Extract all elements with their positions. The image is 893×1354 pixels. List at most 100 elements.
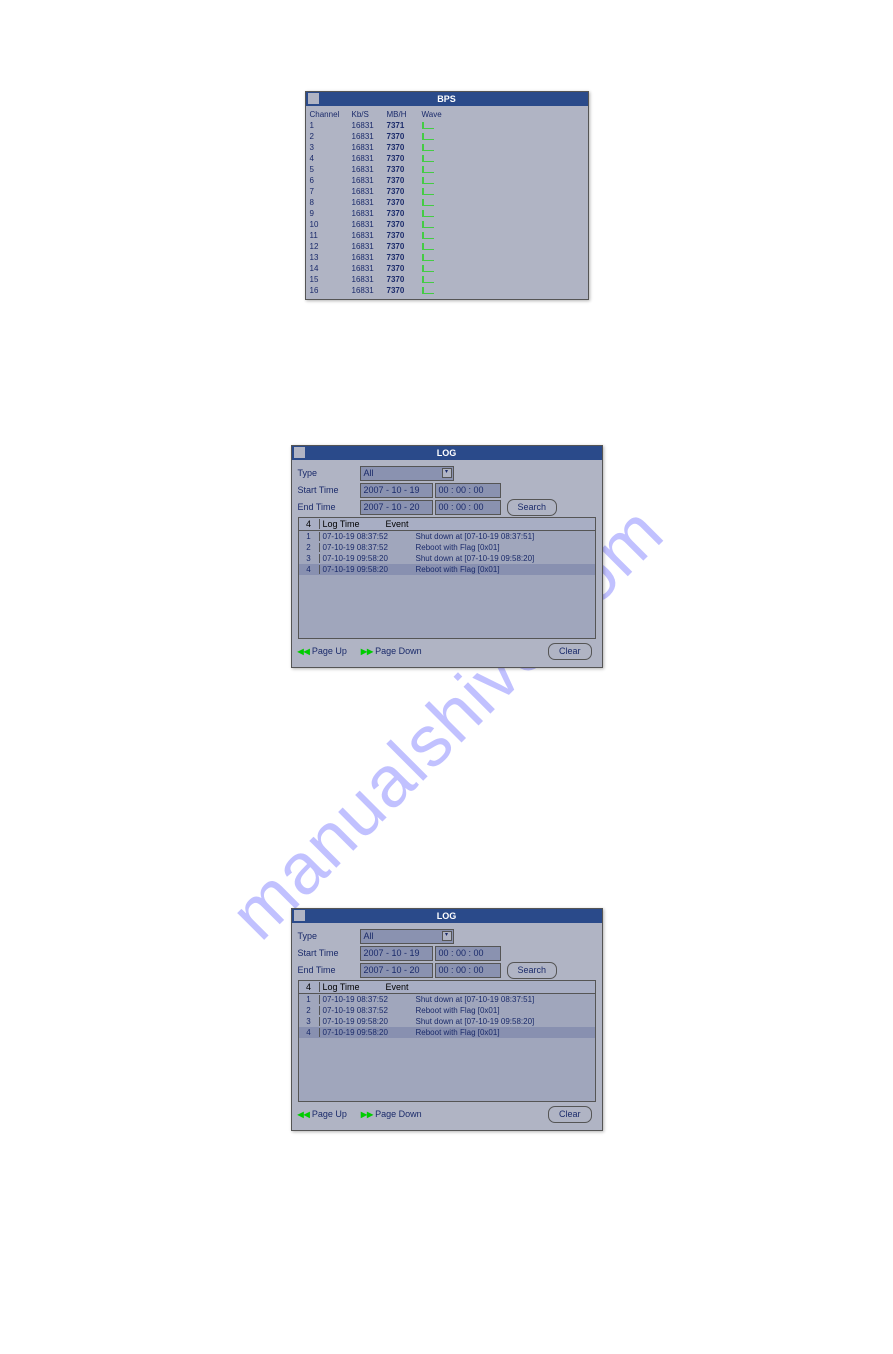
log-body: Type All ▾ Start Time 2007 - 10 - 19 00 … xyxy=(292,460,602,667)
log-cell-time: 07-10-19 08:37:52 xyxy=(320,995,413,1004)
bps-cell-wave xyxy=(422,122,434,129)
start-time-input[interactable]: 00 : 00 : 00 xyxy=(435,946,501,961)
page-up-icon: ◀◀ xyxy=(298,647,310,656)
clear-button[interactable]: Clear xyxy=(548,643,592,660)
bps-cell-channel: 14 xyxy=(310,263,352,274)
bps-cell-channel: 2 xyxy=(310,131,352,142)
end-date-input[interactable]: 2007 - 10 - 20 xyxy=(360,500,433,515)
bps-cell-wave xyxy=(422,276,434,283)
window-icon xyxy=(294,447,305,458)
end-date-input[interactable]: 2007 - 10 - 20 xyxy=(360,963,433,978)
bps-cell-kbs: 16831 xyxy=(352,186,387,197)
log-cell-event: Shut down at [07-10-19 08:37:51] xyxy=(413,995,535,1004)
log-cell-event: Reboot with Flag [0x01] xyxy=(413,1028,500,1037)
log-cell-num: 3 xyxy=(299,1017,320,1026)
bps-cell-channel: 9 xyxy=(310,208,352,219)
bps-cell-kbs: 16831 xyxy=(352,120,387,131)
wave-icon xyxy=(422,188,434,195)
type-label: Type xyxy=(298,468,360,478)
log-cell-time: 07-10-19 08:37:52 xyxy=(320,543,413,552)
page-up-link[interactable]: ◀◀ Page Up xyxy=(298,1109,347,1119)
bps-cell-wave xyxy=(422,254,434,261)
type-dropdown[interactable]: All ▾ xyxy=(360,466,454,481)
log-cell-num: 2 xyxy=(299,543,320,552)
bps-body: Channel Kb/S MB/H Wave 11683173712168317… xyxy=(306,106,588,299)
bps-cell-wave xyxy=(422,144,434,151)
log-row[interactable]: 307-10-19 09:58:20Shut down at [07-10-19… xyxy=(299,1016,595,1027)
log-list: 4 Log Time Event 107-10-19 08:37:52Shut … xyxy=(298,517,596,639)
bps-cell-wave xyxy=(422,210,434,217)
page-down-label: Page Down xyxy=(375,646,422,656)
page-up-label: Page Up xyxy=(312,646,347,656)
bps-cell-mbh: 7370 xyxy=(387,175,422,186)
type-dropdown[interactable]: All ▾ xyxy=(360,929,454,944)
bps-header-row: Channel Kb/S MB/H Wave xyxy=(310,109,584,120)
clear-button[interactable]: Clear xyxy=(548,1106,592,1123)
log-row[interactable]: 407-10-19 09:58:20Reboot with Flag [0x01… xyxy=(299,564,595,575)
log-cell-num: 4 xyxy=(299,565,320,574)
log-cell-event: Shut down at [07-10-19 08:37:51] xyxy=(413,532,535,541)
bps-window: BPS Channel Kb/S MB/H Wave 1168317371216… xyxy=(305,91,589,300)
bps-row: 15168317370 xyxy=(310,274,584,285)
log-titlebar: LOG xyxy=(292,446,602,460)
bps-cell-channel: 1 xyxy=(310,120,352,131)
end-time-label: End Time xyxy=(298,502,360,512)
wave-icon xyxy=(422,177,434,184)
bps-cell-wave xyxy=(422,166,434,173)
bps-cell-channel: 6 xyxy=(310,175,352,186)
page-down-link[interactable]: ▶▶ Page Down xyxy=(361,646,422,656)
log-header-time: Log Time xyxy=(320,519,383,529)
log-header-event: Event xyxy=(383,519,409,529)
bps-row: 11168317370 xyxy=(310,230,584,241)
page-down-link[interactable]: ▶▶ Page Down xyxy=(361,1109,422,1119)
footer-row: ◀◀ Page Up ▶▶ Page Down Clear xyxy=(298,1102,596,1126)
bps-cell-channel: 11 xyxy=(310,230,352,241)
bps-cell-kbs: 16831 xyxy=(352,274,387,285)
log-row[interactable]: 407-10-19 09:58:20Reboot with Flag [0x01… xyxy=(299,1027,595,1038)
log-cell-event: Shut down at [07-10-19 09:58:20] xyxy=(413,1017,535,1026)
bps-header-channel: Channel xyxy=(310,109,352,120)
bps-cell-wave xyxy=(422,232,434,239)
bps-header-mbh: MB/H xyxy=(387,109,422,120)
bps-cell-mbh: 7370 xyxy=(387,186,422,197)
bps-cell-wave xyxy=(422,199,434,206)
bps-cell-channel: 7 xyxy=(310,186,352,197)
wave-icon xyxy=(422,276,434,283)
wave-icon xyxy=(422,166,434,173)
log-cell-time: 07-10-19 09:58:20 xyxy=(320,1028,413,1037)
log-row[interactable]: 107-10-19 08:37:52Shut down at [07-10-19… xyxy=(299,531,595,542)
log-cell-num: 2 xyxy=(299,1006,320,1015)
start-date-input[interactable]: 2007 - 10 - 19 xyxy=(360,946,433,961)
page-up-link[interactable]: ◀◀ Page Up xyxy=(298,646,347,656)
start-time-input[interactable]: 00 : 00 : 00 xyxy=(435,483,501,498)
end-time-input[interactable]: 00 : 00 : 00 xyxy=(435,500,501,515)
page-up-icon: ◀◀ xyxy=(298,1110,310,1119)
bps-row: 8168317370 xyxy=(310,197,584,208)
start-time-label: Start Time xyxy=(298,485,360,495)
log-row[interactable]: 207-10-19 08:37:52Reboot with Flag [0x01… xyxy=(299,1005,595,1016)
log-row[interactable]: 207-10-19 08:37:52Reboot with Flag [0x01… xyxy=(299,542,595,553)
log-body: Type All ▾ Start Time 2007 - 10 - 19 00 … xyxy=(292,923,602,1130)
chevron-down-icon[interactable]: ▾ xyxy=(442,931,452,941)
bps-titlebar: BPS xyxy=(306,92,588,106)
bps-row: 14168317370 xyxy=(310,263,584,274)
bps-cell-mbh: 7370 xyxy=(387,208,422,219)
wave-icon xyxy=(422,155,434,162)
end-time-label: End Time xyxy=(298,965,360,975)
end-time-input[interactable]: 00 : 00 : 00 xyxy=(435,963,501,978)
bps-row: 9168317370 xyxy=(310,208,584,219)
type-row: Type All ▾ xyxy=(298,466,596,480)
start-date-input[interactable]: 2007 - 10 - 19 xyxy=(360,483,433,498)
type-row: Type All ▾ xyxy=(298,929,596,943)
log-list: 4 Log Time Event 107-10-19 08:37:52Shut … xyxy=(298,980,596,1102)
wave-icon xyxy=(422,210,434,217)
bps-row: 13168317370 xyxy=(310,252,584,263)
log-row[interactable]: 307-10-19 09:58:20Shut down at [07-10-19… xyxy=(299,553,595,564)
search-button[interactable]: Search xyxy=(507,499,558,516)
chevron-down-icon[interactable]: ▾ xyxy=(442,468,452,478)
footer-left: ◀◀ Page Up ▶▶ Page Down xyxy=(298,646,422,656)
search-button[interactable]: Search xyxy=(507,962,558,979)
bps-cell-channel: 16 xyxy=(310,285,352,296)
log-row[interactable]: 107-10-19 08:37:52Shut down at [07-10-19… xyxy=(299,994,595,1005)
bps-cell-mbh: 7370 xyxy=(387,274,422,285)
